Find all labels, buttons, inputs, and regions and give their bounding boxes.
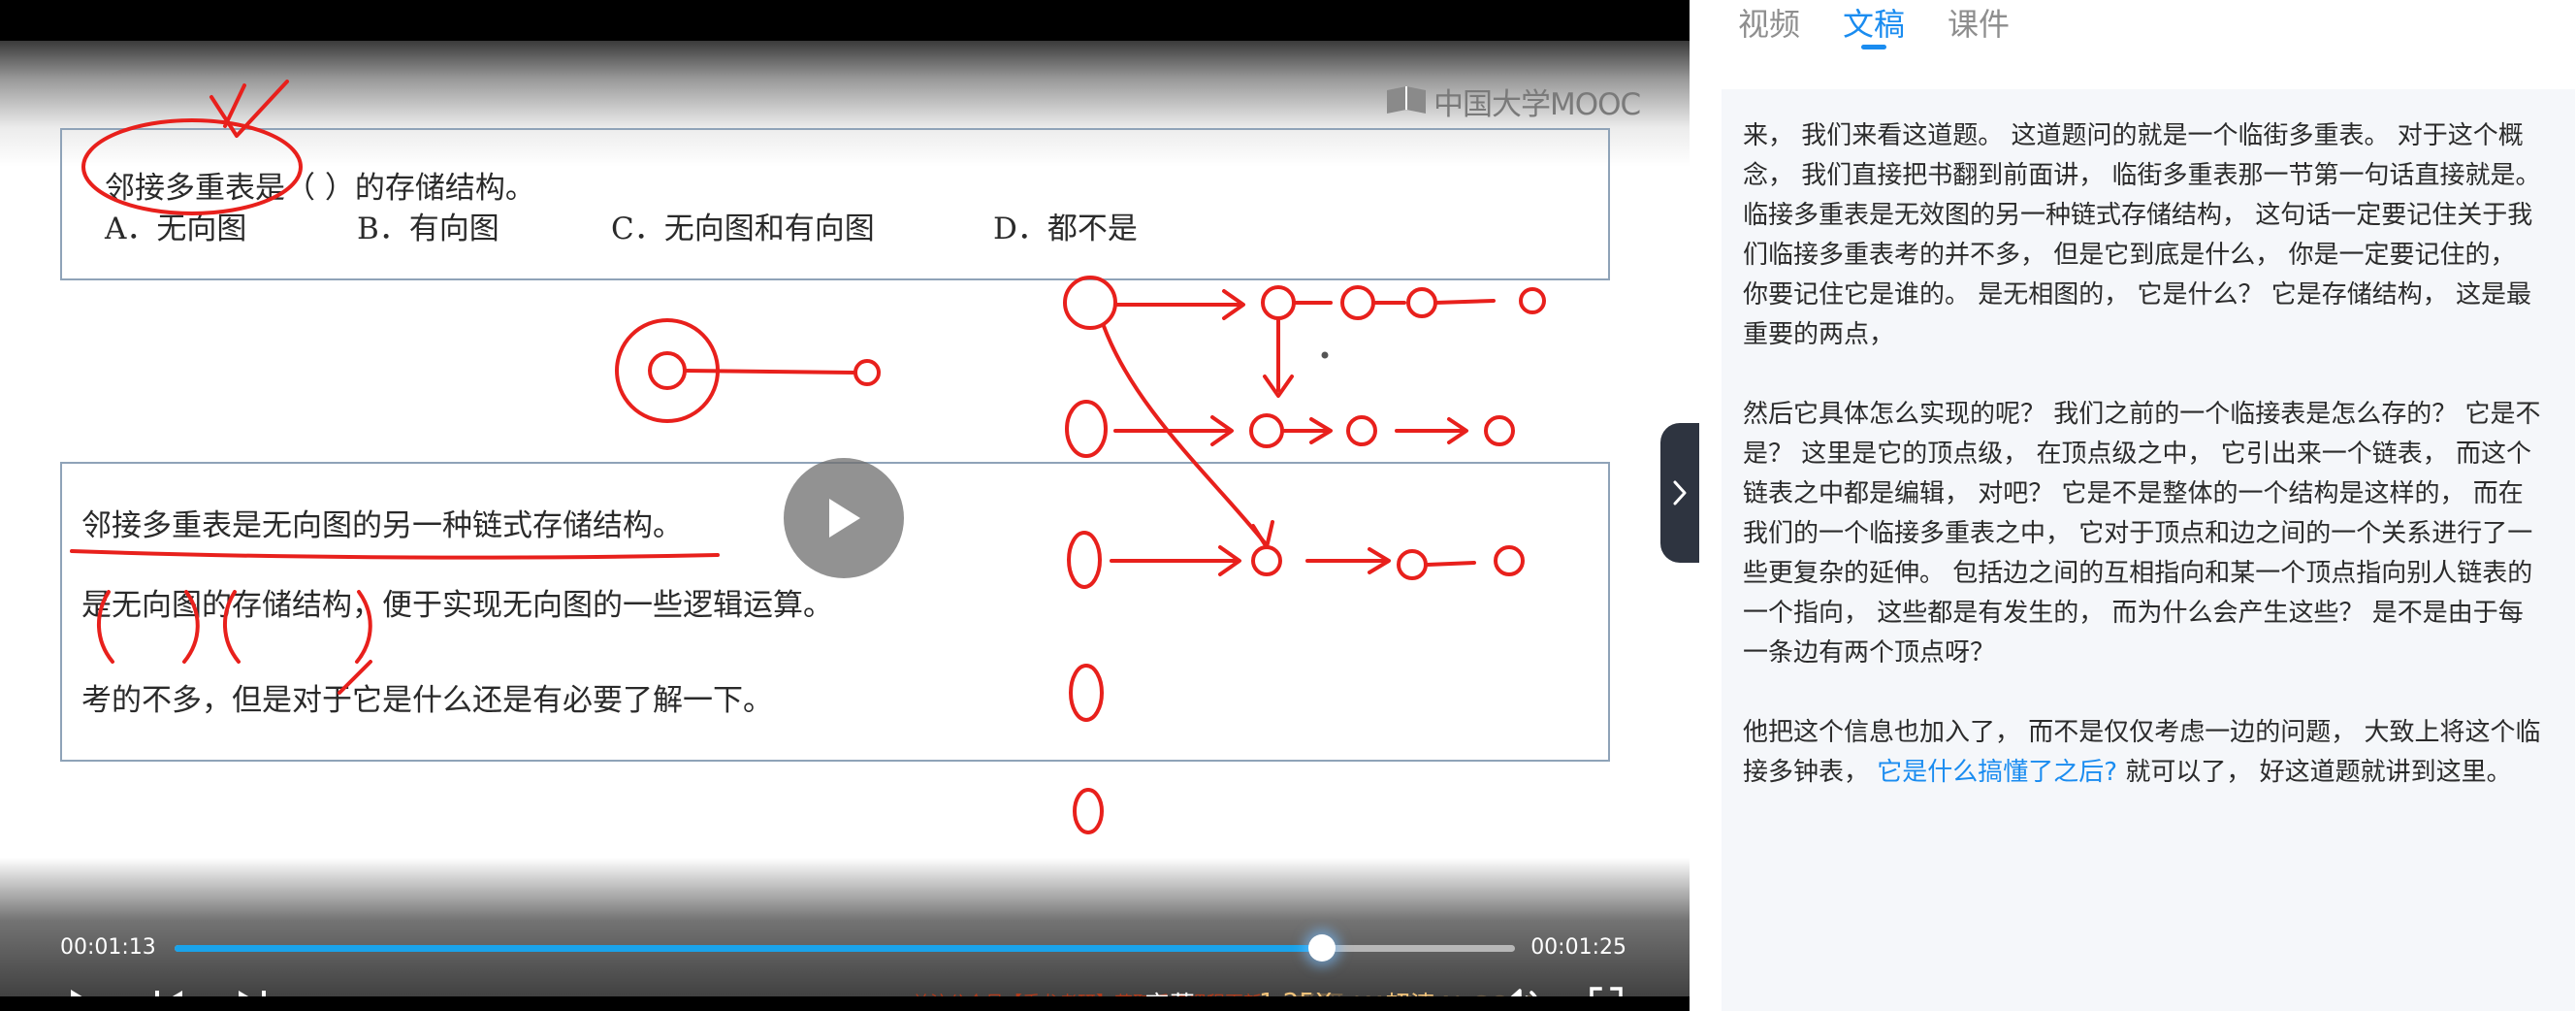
playback-speed-button[interactable]: 1.25X	[1259, 982, 1333, 996]
fullscreen-icon	[1590, 987, 1623, 996]
play-button[interactable]	[62, 982, 101, 996]
answer-line-2: 是无向图的存储结构，便于实现无向图的一些逻辑运算。	[81, 588, 833, 623]
mooc-logo-text: 中国大学MOOC	[1433, 86, 1641, 122]
collapse-panel-button[interactable]	[1660, 423, 1699, 563]
side-tabs: 视频 文稿 课件	[1738, 0, 2010, 58]
tab-courseware-label: 课件	[1948, 6, 2011, 43]
transcript-panel[interactable]: 来， 我们来看这道题。 这道题问的就是一个临街多重表。 对于这个概念， 我们直接…	[1722, 89, 2575, 1011]
tab-video[interactable]: 视频	[1738, 0, 1800, 58]
transcript-paragraph: 来， 我们来看这道题。 这道题问的就是一个临街多重表。 对于这个概念， 我们直接…	[1743, 121, 2541, 349]
progress-bar[interactable]	[175, 934, 1515, 962]
active-tab-indicator	[1861, 45, 1887, 49]
player-top-bar	[0, 0, 1690, 41]
question-stem: 邻接多重表是（ ）的存储结构。	[105, 171, 535, 206]
watermark-text: 关注公众号【乘龙考研】获取后续课程更新	[912, 989, 1262, 996]
option-b: B．有向图	[357, 212, 499, 246]
player-bottom-bar	[0, 996, 1690, 1011]
mooc-logo: 中国大学MOOC	[1385, 82, 1641, 122]
video-frame[interactable]: 中国大学MOOC 邻接多重表是（ ）的存储结构。 A．无向图 B．有向图 C．无…	[0, 41, 1690, 996]
player-controls: 00:01:13 00:01:25	[0, 858, 1690, 996]
option-a: A．无向图	[105, 212, 247, 246]
subtitle-button[interactable]: 字幕	[1144, 982, 1195, 997]
quality-button[interactable]: 超清	[1385, 982, 1435, 997]
progress-fill	[175, 945, 1322, 952]
progress-handle[interactable]	[1307, 934, 1336, 962]
center-play-button[interactable]	[784, 458, 904, 578]
tab-video-label: 视频	[1738, 6, 1801, 43]
video-player[interactable]: 中国大学MOOC 邻接多重表是（ ）的存储结构。 A．无向图 B．有向图 C．无…	[0, 0, 1690, 1011]
play-icon	[71, 990, 82, 996]
next-button[interactable]	[233, 982, 272, 996]
option-c: C．无向图和有向图	[611, 212, 875, 246]
fullscreen-button[interactable]	[1587, 982, 1626, 996]
volume-button[interactable]	[1499, 982, 1544, 996]
answer-line-3: 考的不多，但是对于它是什么还是有必要了解一下。	[81, 683, 773, 718]
tab-courseware[interactable]: 课件	[1948, 0, 2010, 58]
play-icon	[829, 499, 860, 538]
transcript-paragraph: 他把这个信息也加入了， 而不是仅仅考虑一边的问题， 大致上将这个临接多钟表， 它…	[1743, 713, 2546, 793]
mooc-logo-icon	[1387, 86, 1426, 114]
previous-button[interactable]	[149, 982, 188, 996]
skip-previous-icon	[155, 991, 182, 996]
question-box: 邻接多重表是（ ）的存储结构。 A．无向图 B．有向图 C．无向图和有向图 D．…	[60, 128, 1610, 280]
transcript-paragraph: 然后它具体怎么实现的呢？ 我们之前的一个临接表是怎么存的？ 它是不是？ 这里是它…	[1743, 400, 2541, 668]
skip-next-icon	[239, 991, 266, 996]
transcript-segment[interactable]: 就可以了， 好这道题就讲到这里。	[2117, 758, 2511, 787]
transcript-current-segment[interactable]: 它是什么搞懂了之后?	[1877, 758, 2117, 787]
volume-icon	[1510, 989, 1537, 996]
total-time: 00:01:25	[1530, 935, 1626, 960]
transcript-text: 来， 我们来看这道题。 这道题问的就是一个临街多重表。 对于这个概念， 我们直接…	[1743, 116, 2546, 832]
answer-line-1: 邻接多重表是无向图的另一种链式存储结构。	[81, 508, 683, 543]
option-d: D．都不是	[993, 212, 1138, 246]
tab-transcript[interactable]: 文稿	[1843, 0, 1905, 58]
current-time: 00:01:13	[60, 935, 156, 960]
tab-transcript-label: 文稿	[1843, 6, 1906, 43]
chevron-right-icon	[1673, 480, 1687, 506]
